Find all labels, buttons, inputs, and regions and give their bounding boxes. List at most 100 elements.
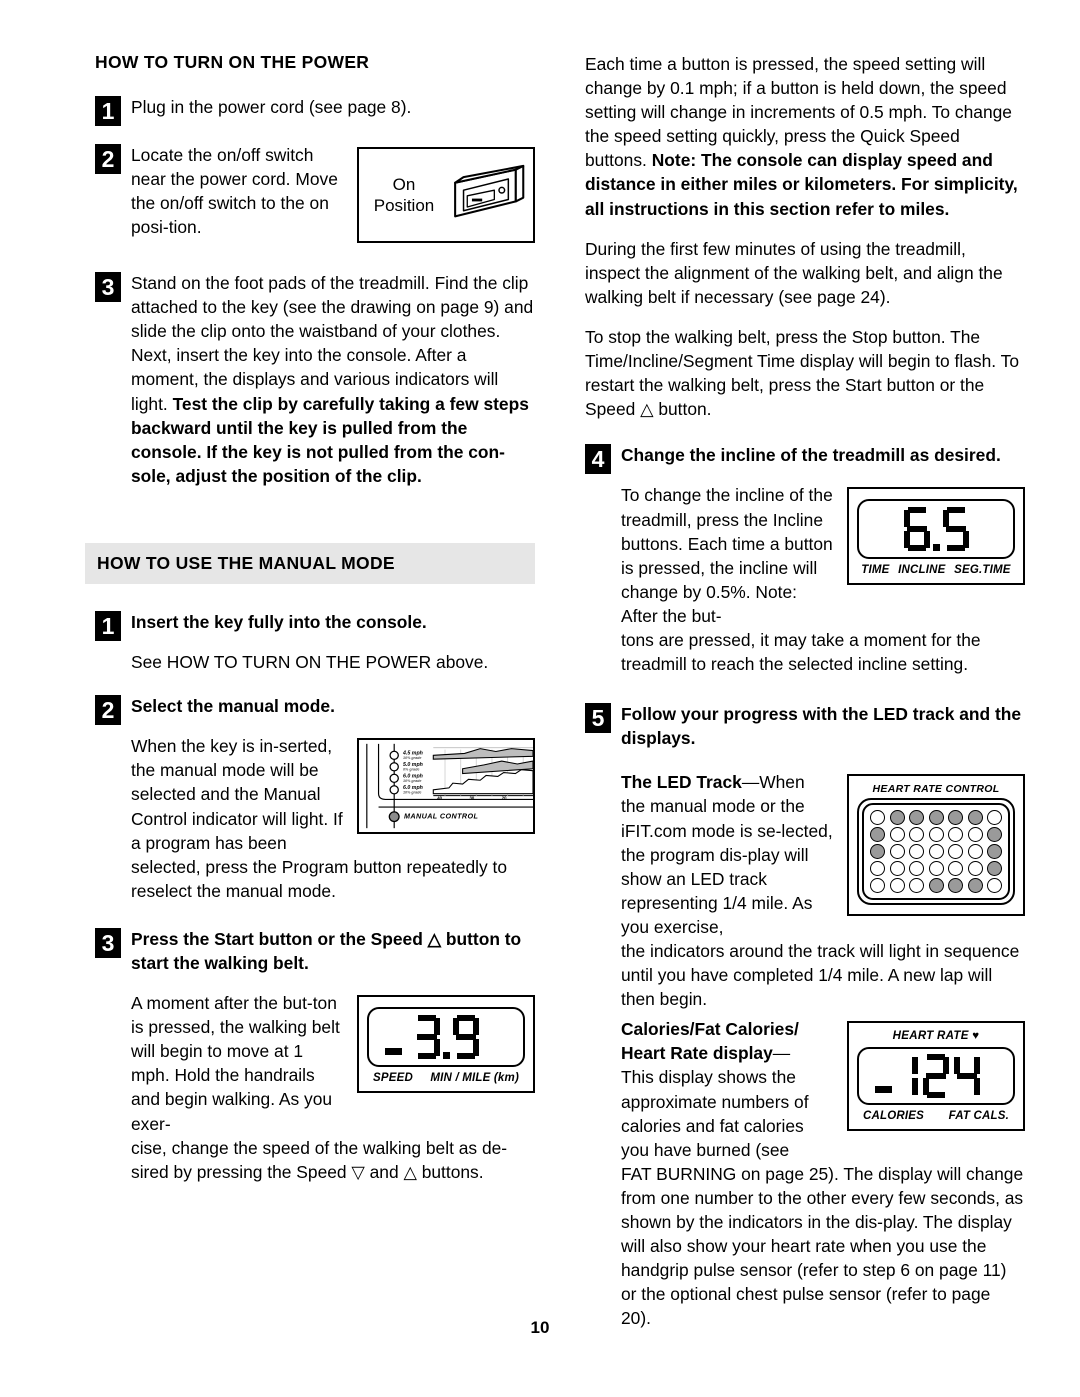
led-indicator bbox=[928, 861, 944, 877]
step-4-body: Change the incline of the treadmill as d… bbox=[585, 443, 1025, 676]
led-track-figure: HEART RATE CONTROL bbox=[847, 774, 1025, 917]
fat-cals-caption: FAT CALS. bbox=[948, 1110, 1009, 1123]
step-3-body: Stand on the foot pads of the treadmill.… bbox=[95, 271, 535, 488]
step-3-foot-pads-clip: 3 Stand on the foot pads of the treadmil… bbox=[95, 271, 535, 488]
step-number-badge: 2 bbox=[95, 695, 121, 726]
svg-text:10% grade: 10% grade bbox=[403, 791, 421, 795]
on-label: On bbox=[392, 174, 416, 194]
rest-b: and bbox=[364, 1161, 404, 1182]
led-row bbox=[870, 878, 1002, 894]
speed-lcd-indicator-dash bbox=[385, 1048, 402, 1056]
led-indicator bbox=[889, 844, 905, 860]
speed-lcd-window bbox=[367, 1007, 525, 1068]
manual-step-1-text: See HOW TO TURN ON THE POWER above. bbox=[131, 652, 489, 673]
seg-digit-9 bbox=[452, 1015, 479, 1060]
led-row bbox=[870, 810, 1002, 826]
manual-control-program-display-icon: 4.5 mph 10% grade 5.0 mph 0% grade 6.0 m… bbox=[359, 740, 533, 833]
manual-step-1-insert-key: 1 Insert the key fully into the console.… bbox=[95, 610, 535, 674]
step-2-body: On Position Locate the on/off switch nea… bbox=[95, 143, 535, 249]
led-indicator bbox=[889, 861, 905, 877]
led-indicator bbox=[928, 878, 944, 894]
speed-caption: SPEED bbox=[373, 1072, 413, 1085]
step-3-bold: Test the clip by carefully taking a few … bbox=[131, 393, 529, 486]
led-indicator bbox=[987, 878, 1002, 894]
heart-rate-control-caption: HEART RATE CONTROL bbox=[872, 783, 1000, 796]
right-para-3-b: button. bbox=[653, 399, 712, 420]
led-indicator bbox=[870, 844, 885, 860]
led-indicator bbox=[948, 878, 963, 894]
speed-lcd-captions: SPEED MIN / MILE (km) bbox=[367, 1072, 525, 1084]
led-row bbox=[870, 844, 1002, 860]
manual-step-3-lead-a: Press the Start button or the Speed bbox=[131, 928, 428, 949]
step-1-plug-in: 1 Plug in the power cord (see page 8). bbox=[95, 95, 535, 126]
seg-digit-4 bbox=[954, 1054, 980, 1098]
step-number-badge: 3 bbox=[95, 927, 121, 958]
seg-digit-5 bbox=[942, 507, 969, 552]
incline-lcd-digits bbox=[903, 507, 969, 552]
led-indicator bbox=[870, 878, 885, 894]
led-indicator bbox=[909, 861, 924, 877]
svg-text:10% grade: 10% grade bbox=[403, 756, 421, 760]
time-caption: TIME bbox=[861, 564, 890, 577]
right-para-3: To stop the walking belt, press the Stop… bbox=[585, 325, 1025, 421]
step-4-change-incline: 4 Change the incline of the treadmill as… bbox=[585, 443, 1025, 676]
step-1-text: Plug in the power cord (see page 8). bbox=[131, 97, 412, 117]
step-5-follow-progress: 5 Follow your progress with the LED trac… bbox=[585, 702, 1025, 1330]
led-indicator bbox=[948, 861, 963, 877]
manual-step-1-body: Insert the key fully into the console. S… bbox=[95, 610, 535, 674]
led-track-dash: —When bbox=[741, 772, 805, 793]
min-mile-caption: MIN / MILE (km) bbox=[430, 1072, 519, 1085]
decimal-point bbox=[932, 544, 940, 552]
step-number-badge: 2 bbox=[95, 144, 121, 175]
manual-step-3-press-start: 3 Press the Start button or the Speed △ … bbox=[95, 927, 535, 1184]
step-1-body: Plug in the power cord (see page 8). bbox=[95, 95, 535, 119]
calories-rest-text: FAT BURNING on page 25). The display wil… bbox=[621, 1163, 1024, 1329]
calories-block: HEART RATE ♥ CALORIES FAT CALS. Calories… bbox=[621, 1017, 1025, 1330]
step-number-badge: 1 bbox=[95, 96, 121, 126]
manual-step-2-lead: Select the manual mode. bbox=[131, 696, 335, 717]
speed-display-figure: SPEED MIN / MILE (km) bbox=[357, 995, 535, 1094]
calories-lcd-captions: CALORIES FAT CALS. bbox=[857, 1110, 1015, 1122]
step-5-lead: Follow your progress with the LED track … bbox=[621, 704, 1022, 749]
seg-digit-3 bbox=[414, 1015, 440, 1060]
led-indicator bbox=[889, 878, 905, 894]
calories-lcd-digits bbox=[892, 1054, 980, 1099]
incline-caption: INCLINE bbox=[898, 564, 946, 577]
led-indicator bbox=[967, 810, 983, 826]
svg-text:0% grade: 0% grade bbox=[403, 768, 419, 772]
step-number-badge: 5 bbox=[585, 703, 611, 734]
right-para-1: Each time a button is pressed, the speed… bbox=[585, 52, 1025, 221]
speed-down-triangle-icon: ▽ bbox=[351, 1161, 365, 1182]
step-2-on-off-switch: 2 On Position Locate the on/off switch n… bbox=[95, 143, 535, 249]
led-indicator bbox=[967, 861, 983, 877]
led-indicator bbox=[967, 827, 983, 843]
led-indicator bbox=[987, 844, 1002, 860]
right-column: Each time a button is pressed, the speed… bbox=[585, 52, 1025, 1349]
led-indicator bbox=[909, 810, 924, 826]
led-indicator bbox=[948, 810, 963, 826]
led-indicator bbox=[928, 844, 944, 860]
led-indicator bbox=[987, 861, 1002, 877]
heart-rate-caption: HEART RATE ♥ bbox=[857, 1030, 1015, 1042]
step-3-text: Stand on the foot pads of the treadmill.… bbox=[131, 271, 535, 488]
manual-step-2-body: Select the manual mode. 4.5 mph 10% grad… bbox=[95, 694, 535, 903]
manual-step-3-lead: Press the Start button or the Speed △ bu… bbox=[131, 927, 535, 975]
calories-body: This display shows the approximate numbe… bbox=[621, 1067, 809, 1160]
led-track-title: The LED Track bbox=[621, 772, 742, 793]
heading-how-to-use-manual-mode: HOW TO USE THE MANUAL MODE bbox=[85, 542, 535, 584]
manual-step-3-body: Press the Start button or the Speed △ bu… bbox=[95, 927, 535, 1184]
manual-step-2-select-manual-mode: 2 Select the manual mode. 4.5 mph 10% gr… bbox=[95, 694, 535, 903]
manual-control-display-figure: 4.5 mph 10% grade 5.0 mph 0% grade 6.0 m… bbox=[357, 738, 535, 835]
seg-digit-1 bbox=[892, 1054, 918, 1098]
seg-digit-2 bbox=[923, 1054, 949, 1099]
manual-step-3-rest-text: cise, change the speed of the walking be… bbox=[131, 1136, 535, 1184]
incline-display-figure: TIME INCLINE SEG.TIME bbox=[847, 487, 1025, 586]
svg-text:10% grade: 10% grade bbox=[403, 779, 421, 783]
page-number: 10 bbox=[530, 1318, 550, 1337]
led-indicator bbox=[967, 844, 983, 860]
calories-lcd-indicator-dash bbox=[875, 1086, 892, 1094]
led-indicator bbox=[889, 810, 905, 826]
calories-caption: CALORIES bbox=[863, 1110, 925, 1123]
incline-lcd-window bbox=[857, 499, 1015, 560]
seg-time-caption: SEG.TIME bbox=[954, 564, 1011, 577]
